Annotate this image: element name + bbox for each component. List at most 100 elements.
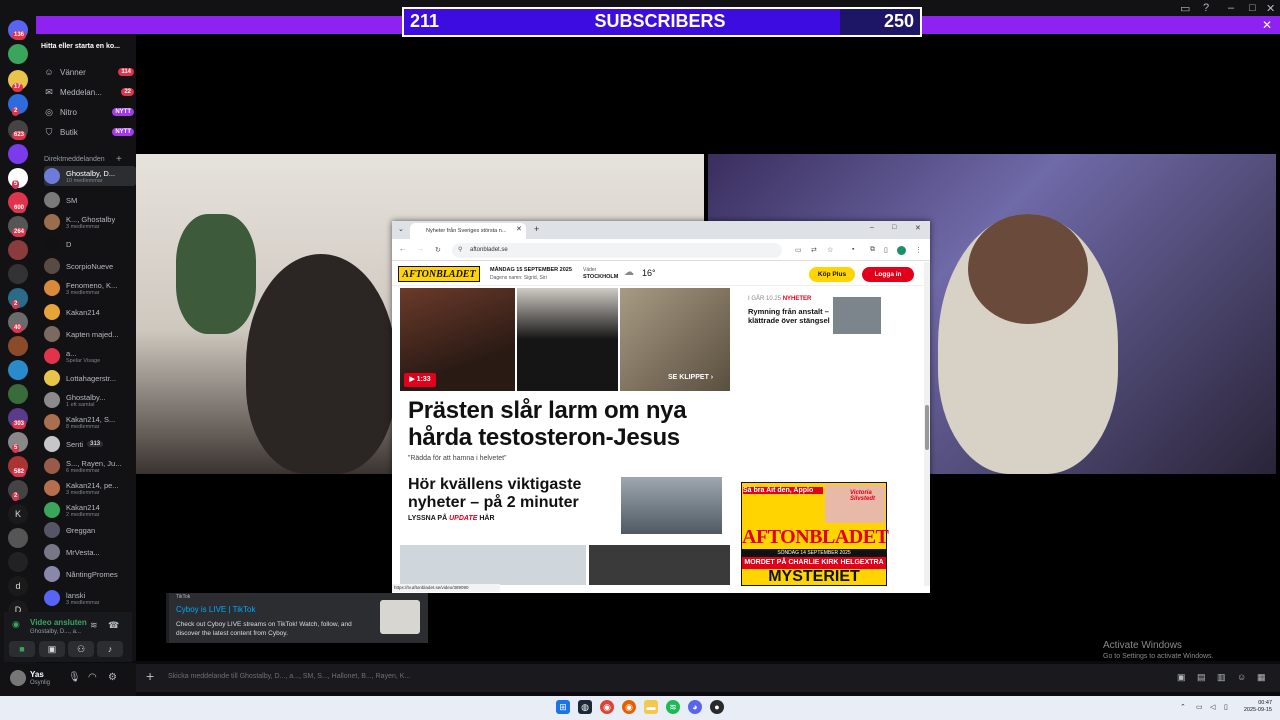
message-input[interactable]: Skicka meddelande till Ghostalby, D..., … <box>168 673 410 680</box>
taskbar-clock[interactable]: 00:47 2025-09-15 <box>1238 700 1272 714</box>
translate-icon[interactable]: ⇄ <box>811 246 817 254</box>
see-clip-link[interactable]: SE KLIPPET › <box>668 374 713 381</box>
nav-messages[interactable]: ✉ Meddelan... 22 <box>44 84 134 100</box>
close-window-icon[interactable]: ✕ <box>1266 2 1275 15</box>
dm-item[interactable]: a... Spelar Visage <box>44 346 136 366</box>
sidepanel-icon[interactable]: ▯ <box>884 246 888 254</box>
dm-item[interactable]: Ghostalby... 1 ett samtal <box>44 390 136 410</box>
news-thumbnail[interactable] <box>621 477 722 534</box>
volume-icon[interactable]: ◁ <box>1210 703 1215 711</box>
browser-tab[interactable]: Nyheter från Sveriges största n... <box>410 223 526 239</box>
bookmark-star-icon[interactable]: ☆ <box>827 246 833 254</box>
nav-friends[interactable]: ☺ Vänner 114 <box>44 64 134 80</box>
maximize-icon[interactable]: □ <box>892 224 896 231</box>
reload-icon[interactable]: ↻ <box>435 246 441 254</box>
embed-title[interactable]: Cyboy is LIVE | TikTok <box>176 605 255 614</box>
network-icon[interactable]: ▭ <box>1196 703 1203 711</box>
dm-item[interactable]: Senti 313 <box>44 434 136 454</box>
screenshare-button[interactable]: ▣ <box>39 641 65 657</box>
news-thumbnail[interactable] <box>400 545 586 585</box>
login-button[interactable]: Logga in <box>862 267 914 282</box>
server-icon[interactable] <box>8 336 28 356</box>
profile-avatar[interactable] <box>897 246 906 255</box>
dm-item[interactable]: ScorpioNueve <box>44 256 136 276</box>
address-bar[interactable]: aftonbladet.se <box>452 243 782 258</box>
server-letter-icon[interactable]: K <box>8 504 28 524</box>
battery-icon[interactable]: ▯ <box>1224 703 1228 711</box>
headphones-icon[interactable]: ◠ <box>88 672 97 683</box>
dm-item[interactable]: Ghostalby, D... 10 medlemmar <box>44 166 136 186</box>
attach-plus-icon[interactable]: + <box>146 668 154 684</box>
server-icon[interactable] <box>8 552 28 572</box>
windows-start-icon[interactable]: ⊞ <box>556 700 570 714</box>
dm-item[interactable]: Kakan214 2 medlemmar <box>44 500 136 520</box>
server-icon[interactable] <box>8 44 28 64</box>
back-icon[interactable]: ← <box>399 246 406 253</box>
dm-item[interactable]: S..., Rayen, Ju... 6 medlemmar <box>44 456 136 476</box>
file-explorer-icon[interactable]: ▬ <box>644 700 658 714</box>
chrome-icon[interactable]: ◉ <box>600 700 614 714</box>
discord-taskbar-icon[interactable]: ◕ <box>688 700 702 714</box>
app-taskbar-icon[interactable]: ● <box>710 700 724 714</box>
buy-plus-button[interactable]: Köp Plus <box>809 267 855 282</box>
scrollbar-thumb[interactable] <box>925 405 929 450</box>
search-conversation-input[interactable]: Hitta eller starta en ko... <box>41 40 131 54</box>
gif-icon[interactable]: ▤ <box>1197 672 1206 683</box>
gift-icon[interactable]: ▣ <box>1177 672 1186 683</box>
settings-icon[interactable]: ⚙ <box>108 672 117 683</box>
dm-item[interactable]: Kakan214, pe... 3 medlemmar <box>44 478 136 498</box>
dm-item[interactable]: Fenomeno, K... 3 medlemmar <box>44 278 136 298</box>
activity-button[interactable]: ⚇ <box>68 641 94 657</box>
dm-item[interactable]: MrVesta... <box>44 542 136 562</box>
news-thumbnail[interactable] <box>589 545 730 585</box>
tray-chevron-icon[interactable]: ⌃ <box>1180 703 1186 711</box>
firefox-icon[interactable]: ◉ <box>622 700 636 714</box>
inbox-icon[interactable]: ▭ <box>1180 2 1190 15</box>
user-name[interactable]: Yas <box>30 670 44 679</box>
dm-item[interactable]: Kakan214, S... 8 medlemmar <box>44 412 136 432</box>
dm-item[interactable]: SM <box>44 190 136 210</box>
new-tab-icon[interactable]: + <box>534 224 539 234</box>
forward-icon[interactable]: → <box>417 246 424 253</box>
voice-status[interactable]: Video ansluten <box>30 618 87 627</box>
server-icon[interactable] <box>8 360 28 380</box>
notice-close-icon[interactable]: ✕ <box>1262 16 1272 34</box>
menu-kebab-icon[interactable]: ⋮ <box>915 246 922 254</box>
server-icon[interactable] <box>8 264 28 284</box>
dm-item[interactable]: Kapten majed... <box>44 324 136 344</box>
avatar[interactable] <box>10 670 26 686</box>
extensions-puzzle-icon[interactable]: ⧉ <box>870 246 875 254</box>
close-window-icon[interactable]: ✕ <box>915 224 921 232</box>
side-news-title[interactable]: Rymning från anstalt – klättrade över st… <box>748 307 830 325</box>
dm-item[interactable]: Θreggan <box>44 520 136 540</box>
server-icon[interactable] <box>8 528 28 548</box>
server-icon[interactable] <box>8 144 28 164</box>
dm-item[interactable]: D <box>44 234 136 254</box>
embed-thumbnail[interactable] <box>380 600 420 634</box>
soundboard-button[interactable]: ♪ <box>97 641 123 657</box>
side-news-thumbnail[interactable] <box>833 297 881 334</box>
maximize-icon[interactable]: □ <box>1249 2 1256 14</box>
main-headline[interactable]: Prästen slår larm om nya hårda testoster… <box>408 397 730 451</box>
nav-nitro[interactable]: ◎ Nitro NYTT <box>44 104 134 120</box>
extension-icon[interactable]: ▪ <box>852 246 854 253</box>
weather-city[interactable]: STOCKHOLM <box>583 274 618 280</box>
apps-icon[interactable]: ▦ <box>1257 672 1266 683</box>
site-logo[interactable]: AFTONBLADET <box>398 266 480 282</box>
minimize-icon[interactable]: – <box>870 224 874 231</box>
cast-icon[interactable]: ▭ <box>795 246 802 254</box>
dm-item[interactable]: Kakan214 <box>44 302 136 322</box>
dm-item[interactable]: K..., Ghostalby 3 medlemmar <box>44 212 136 232</box>
server-icon[interactable] <box>8 384 28 404</box>
dm-item[interactable]: Lottahagerstr... <box>44 368 136 388</box>
video-thumbnail[interactable] <box>517 288 618 391</box>
microphone-icon[interactable]: 🎙 <box>68 672 81 683</box>
site-info-icon[interactable]: ⚲ <box>458 246 462 253</box>
dm-item[interactable]: lanski 3 medlemmar <box>44 588 136 608</box>
sticker-icon[interactable]: ▥ <box>1217 672 1226 683</box>
server-letter-icon[interactable]: d <box>8 576 28 596</box>
second-headline[interactable]: Hör kvällens viktigaste nyheter – på 2 m… <box>408 476 618 512</box>
tab-search-icon[interactable]: ⌄ <box>398 225 404 233</box>
steam-icon[interactable]: ◍ <box>578 700 592 714</box>
help-icon[interactable]: ? <box>1203 2 1209 14</box>
